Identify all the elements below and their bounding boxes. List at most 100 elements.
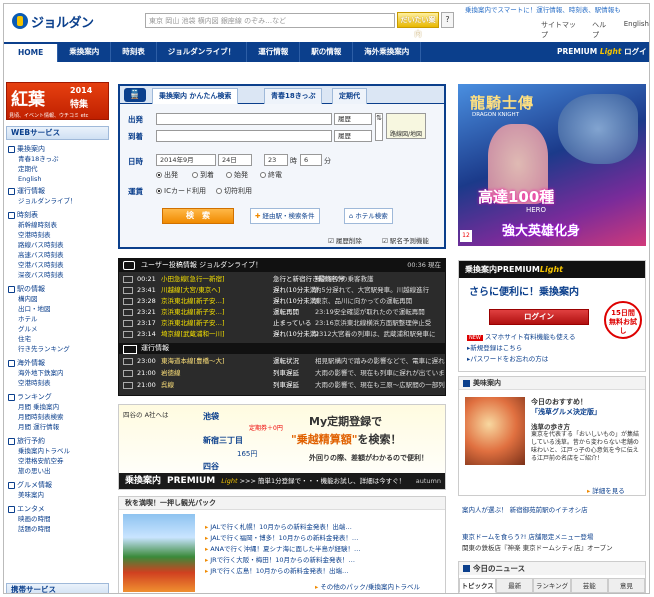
post-row[interactable]: 23:28 京浜東北線[新子安…] 遅れ(10分未満) 東京、品川に向かっての運転再開	[119, 296, 445, 307]
pack-link[interactable]: JALで行く福岡・博多！10月からの新料金発表！…	[205, 532, 358, 542]
sidebar-subitem[interactable]: 美味案内	[8, 490, 108, 500]
radio-ic-card[interactable]: ICカード利用	[156, 186, 206, 196]
sidebar-subitem[interactable]: 話題の時間	[8, 524, 108, 534]
nav-timetable[interactable]: 時刻表	[111, 42, 157, 62]
sidebar-subitem[interactable]: 月間 運行情報	[8, 422, 108, 432]
search-input[interactable]: 東京 岡山 池袋 横内図 銀座線 のぞみ…など	[145, 13, 395, 28]
sidebar-subitem[interactable]: グルメ	[8, 324, 108, 334]
koyo-banner[interactable]: 紅葉 2014 特集 見頃、イベント情報、ウチコミ etc	[6, 82, 109, 120]
gourmet-feature-link[interactable]: 「浅草グルメ決定版」	[531, 407, 601, 417]
sidebar-item-operation[interactable]: 運行情報	[8, 186, 108, 196]
route-search-button[interactable]: 検 索	[162, 208, 234, 224]
nav-live[interactable]: ジョルダンライブ！	[157, 42, 248, 62]
sidebar-subitem[interactable]: 空港時刻表	[8, 378, 108, 388]
nav-overseas[interactable]: 海外乗換案内	[353, 42, 422, 62]
sidebar-subitem[interactable]: 青春18きっぷ	[8, 154, 108, 164]
sidebar-subitem[interactable]: English	[8, 174, 108, 184]
operation-row[interactable]: 23:00 東海道本線[豊橋～大] 運転状況 相見駅構内で踏みの影響などで、電車に遅れ	[119, 356, 445, 367]
via-conditions-button[interactable]: ✚ 経由駅・検索条件	[250, 208, 320, 224]
sidebar-item-gourmet[interactable]: グルメ情報	[8, 480, 108, 490]
post-row[interactable]: 00:21 小田急線[急行一新宿] 急行と新宿行き最終各停 藤沢駅での乗客救護	[119, 274, 445, 285]
sidebar-subitem[interactable]: 旅の思い出	[8, 466, 108, 476]
radio-depart[interactable]: 出発	[156, 170, 178, 180]
premium-register-link[interactable]: ▸新規登録はこちら	[467, 342, 522, 352]
commuter-pass-promo[interactable]: 四谷の A社へは 池袋 定期券＋0円 新宿三丁目 165円 四谷 My定期登録で…	[118, 404, 446, 490]
tab-ranking[interactable]: ランキング	[533, 578, 571, 593]
operation-row[interactable]: 21:00 呉線 列車遅延 大雨の影響で、現在も三原～広駅間の一部列車に遅れ	[119, 380, 445, 391]
premium-promo-bar[interactable]: 乗換案内 PREMIUM Light >>> 簡単1分登録で・・・機能お試し、詳細は…	[119, 473, 445, 489]
nav-home[interactable]: HOME	[4, 44, 59, 62]
radio-first[interactable]: 始発	[226, 170, 248, 180]
live-posts-heading[interactable]: ユーザー投稿情報 ジョルダンライブ！ 00:36 現在	[119, 259, 445, 272]
from-history-select[interactable]: 履歴	[334, 113, 372, 125]
promo-link[interactable]: 案内人が選ぶ！ 新宿御苑前駅のイチオシ店	[462, 504, 588, 514]
gourmet-more-link[interactable]: 詳細を見る	[587, 485, 625, 495]
sidebar-subitem[interactable]: 定期代	[8, 164, 108, 174]
operation-info-heading[interactable]: 運行情報	[119, 343, 445, 354]
sidebar-item-overseas[interactable]: 海外情報	[8, 358, 108, 368]
sidebar-subitem[interactable]: 海外地下鉄案内	[8, 368, 108, 378]
sidebar-item-station[interactable]: 駅の情報	[8, 284, 108, 294]
post-row[interactable]: 23:17 京浜東北線[新子安…] 止まっている 23:16京浜東北線横浜方面駅整理停…	[119, 318, 445, 329]
tab-simple-search[interactable]: 乗換案内 かんたん検索	[152, 88, 239, 104]
radio-ticket[interactable]: 切符利用	[216, 186, 252, 196]
sidebar-subitem[interactable]: 住宅	[8, 334, 108, 344]
tab-seishun18[interactable]: 青春18きっぷ	[264, 88, 323, 104]
sidebar-subitem[interactable]: ジョルダンライブ！	[8, 196, 108, 206]
from-input[interactable]	[156, 113, 332, 125]
swap-stations-button[interactable]: ⇅	[375, 113, 383, 141]
premium-password-link[interactable]: ▸パスワードをお忘れの方は	[467, 353, 548, 363]
post-row[interactable]: 23:21 京浜東北線[新子安…] 運転再開 23:19安全確認が取れたので運転再開	[119, 307, 445, 318]
premium-login-button[interactable]: ログイン	[489, 309, 589, 325]
sidebar-subitem[interactable]: 月間 乗換案内	[8, 402, 108, 412]
sidebar-item-ranking[interactable]: ランキング	[8, 392, 108, 402]
tab-entertainment[interactable]: 芸能	[570, 578, 608, 593]
post-row[interactable]: 23:14 埼京線[武蔵浦和一川] 遅れ(10分未満) 2312大宮着の列車は、武蔵浦…	[119, 329, 445, 340]
history-delete-checkbox[interactable]: ☑ 履歴削除	[328, 235, 362, 245]
sidebar-subitem[interactable]: 乗換案内トラベル	[8, 446, 108, 456]
sidebar-item-travel[interactable]: 旅行予約	[8, 436, 108, 446]
tab-commuter[interactable]: 定期代	[332, 88, 367, 104]
radio-arrive[interactable]: 到着	[192, 170, 214, 180]
hour-select[interactable]: 23	[264, 154, 288, 166]
search-button[interactable]: だいたい案内	[397, 12, 439, 38]
sitemap-link[interactable]: サイトマップ	[541, 20, 580, 40]
operation-row[interactable]: 21:00 岩徳線 列車遅延 大雨の影響で、現在も列車に遅れが出ています	[119, 368, 445, 379]
sidebar-subitem[interactable]: 路線バス時刻表	[8, 240, 108, 250]
post-row[interactable]: 23:41 川越線[大宮/東京へ] 遅れ(10分未満) 約5分遅れて、大宮駅発車。川越…	[119, 285, 445, 296]
pack-link[interactable]: JRで行く大阪・梅田！10月からの新料金発表！…	[205, 554, 355, 564]
sidebar-subitem[interactable]: 空港時刻表	[8, 230, 108, 240]
help-link[interactable]: ヘルプ	[592, 20, 612, 40]
pack-more-link[interactable]: その他のパック/乗換案内トラベル	[315, 581, 420, 591]
tab-topics[interactable]: トピックス	[459, 578, 497, 593]
sidebar-subitem[interactable]: 構内図	[8, 294, 108, 304]
pack-link[interactable]: JRで行く広島！10月からの新料金発表！出端…	[205, 565, 348, 575]
autumn-photo[interactable]	[123, 514, 195, 592]
hotel-search-button[interactable]: ⌂ ホテル検索	[344, 208, 393, 224]
nav-station[interactable]: 駅の情報	[300, 42, 354, 62]
help-button[interactable]: ?	[441, 12, 454, 28]
sidebar-subitem[interactable]: 深夜バス時刻表	[8, 270, 108, 280]
sidebar-subitem[interactable]: 空港バス時刻表	[8, 260, 108, 270]
tab-opinion[interactable]: 意見	[607, 578, 646, 593]
pack-link[interactable]: JALで行く札幌！10月からの新料金発表！出端…	[205, 521, 352, 531]
sidebar-subitem[interactable]: 高速バス時刻表	[8, 250, 108, 260]
tab-latest[interactable]: 最新	[496, 578, 534, 593]
premium-link[interactable]: NEW スマホサイト有料機能も使える	[467, 331, 575, 341]
sidebar-subitem[interactable]: ホテル	[8, 314, 108, 324]
sidebar-item-timetable[interactable]: 時刻表	[8, 210, 108, 220]
nav-route[interactable]: 乗換案内	[58, 42, 112, 62]
food-photo[interactable]	[465, 397, 525, 465]
sidebar-item-route[interactable]: 乗換案内	[8, 144, 108, 154]
premium-login-button[interactable]: PREMIUM Light ログイン	[549, 42, 649, 76]
nav-operation[interactable]: 運行情報	[247, 42, 301, 62]
radio-last[interactable]: 終電	[260, 170, 282, 180]
to-history-select[interactable]: 履歴	[334, 130, 372, 142]
route-map-button[interactable]: 路線図/地図	[386, 113, 426, 139]
minute-select[interactable]: 6	[300, 154, 322, 166]
promo-link[interactable]: 東京ドームを食らう?! 店舗限定メニュー登場	[462, 531, 593, 541]
sidebar-subitem[interactable]: 空港格安航空券	[8, 456, 108, 466]
day-select[interactable]: 24日	[218, 154, 252, 166]
year-month-select[interactable]: 2014年9月	[156, 154, 216, 166]
sidebar-subitem[interactable]: 映画の時間	[8, 514, 108, 524]
